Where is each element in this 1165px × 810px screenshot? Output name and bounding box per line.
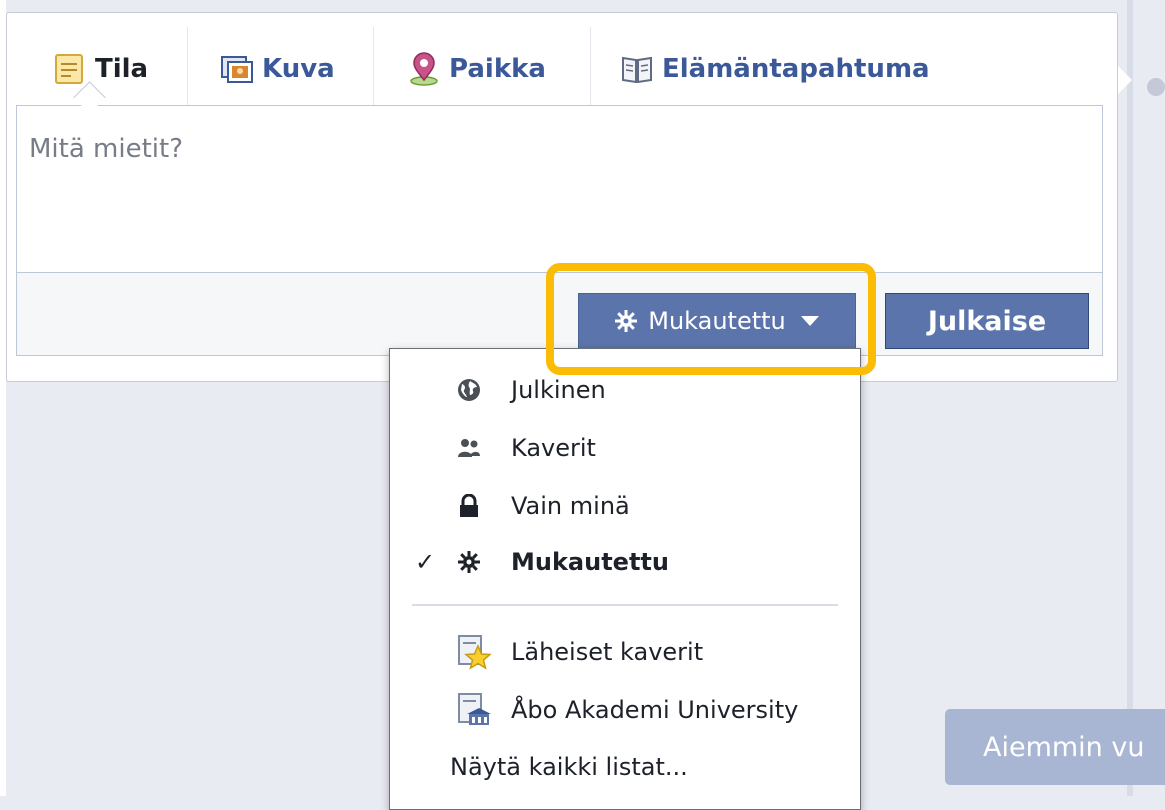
status-note-icon	[55, 54, 83, 84]
audience-option-custom[interactable]: ✓ Mukautettu	[390, 538, 860, 586]
list-option-label: Läheiset kaverit	[511, 638, 704, 666]
audience-button-label: Mukautettu	[648, 307, 786, 335]
audience-option-label: Vain minä	[511, 492, 630, 520]
tab-divider	[373, 27, 374, 111]
status-input[interactable]	[16, 105, 1103, 273]
tab-photo[interactable]: Kuva	[220, 29, 335, 109]
audience-option-label: Julkinen	[511, 376, 606, 404]
show-all-lists-link[interactable]: Näytä kaikki listat...	[390, 743, 860, 791]
menu-divider	[412, 604, 838, 606]
publish-button[interactable]: Julkaise	[885, 293, 1089, 349]
friends-icon	[458, 439, 480, 457]
composer-pointer	[1118, 66, 1132, 94]
audience-option-public[interactable]: Julkinen	[390, 366, 860, 414]
tab-divider	[590, 27, 591, 111]
audience-option-friends[interactable]: Kaverit	[390, 424, 860, 472]
audience-dropdown-menu: Julkinen Kaverit Vain minä ✓ Mukautettu …	[389, 348, 861, 810]
life-event-book-icon	[622, 56, 652, 84]
checkmark-icon: ✓	[414, 548, 436, 576]
audience-option-label: Kaverit	[511, 434, 596, 462]
tab-status-label: Tila	[95, 54, 149, 84]
audience-option-only-me[interactable]: Vain minä	[390, 482, 860, 530]
tab-place[interactable]: Paikka	[407, 29, 546, 109]
list-option-abo-akademi[interactable]: Åbo Akademi University	[390, 686, 860, 734]
tab-place-label: Paikka	[449, 54, 546, 84]
tab-photo-label: Kuva	[262, 54, 335, 84]
globe-icon	[458, 379, 480, 401]
timeline-line	[1127, 0, 1133, 796]
show-all-lists-label: Näytä kaikki listat...	[450, 753, 688, 781]
photo-icon	[221, 56, 253, 83]
older-posts-button[interactable]: Aiemmin vu	[945, 709, 1165, 785]
list-option-label: Åbo Akademi University	[511, 696, 799, 724]
list-option-close-friends[interactable]: Läheiset kaverit	[390, 628, 860, 676]
tab-life-event[interactable]: Elämäntapahtuma	[620, 29, 930, 109]
lock-icon	[460, 494, 478, 517]
timeline-dot	[1147, 78, 1165, 96]
school-list-icon	[458, 693, 491, 725]
place-pin-icon	[410, 52, 438, 86]
close-friends-star-icon	[458, 635, 491, 670]
audience-option-label: Mukautettu	[511, 548, 669, 576]
gear-icon	[615, 310, 638, 332]
tab-life-event-label: Elämäntapahtuma	[662, 54, 930, 84]
audience-selector-button[interactable]: Mukautettu	[578, 293, 856, 349]
gear-icon	[458, 551, 480, 573]
chevron-down-icon	[800, 316, 819, 326]
tab-divider	[187, 27, 188, 111]
composer-tabs: Tila Kuva Paikka Elämäntapahtuma	[7, 13, 1117, 111]
